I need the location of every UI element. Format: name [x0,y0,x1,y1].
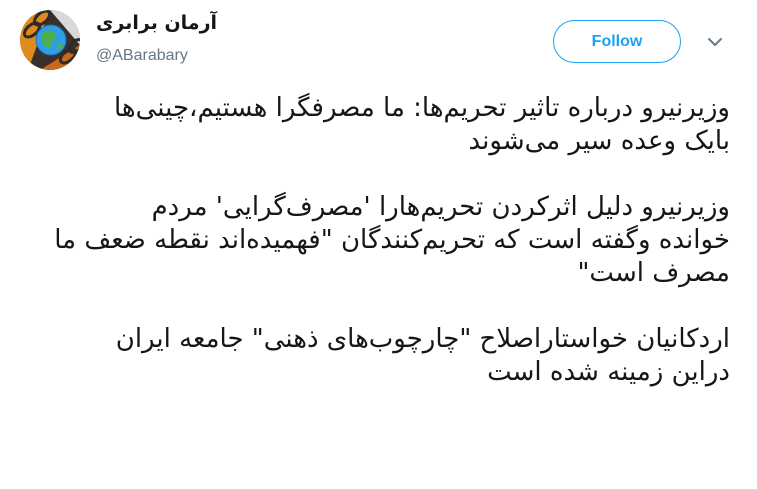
chevron-down-icon[interactable] [706,34,724,48]
tweet-text: وزیرنیرو درباره تاثیر تحریم‌ها: ما مصرفگ… [20,92,730,422]
tweet-paragraph: اردکانیان خواستاراصلاح "چارچوب‌های ذهنی"… [115,324,730,387]
follow-button[interactable]: Follow [553,20,681,63]
tweet-header: آرمان برابری @ABarabary Follow [0,0,757,80]
tweet-paragraph: وزیرنیرو درباره تاثیر تحریم‌ها: ما مصرفگ… [113,93,730,156]
tweet-card: آرمان برابری @ABarabary Follow وزیرنیرو … [0,0,757,489]
user-display-name[interactable]: آرمان برابری [96,12,226,34]
user-handle[interactable]: @ABarabary [96,47,188,65]
avatar[interactable] [20,10,80,70]
tweet-paragraph: وزیرنیرو دلیل اثرکردن تحریم‌هارا 'مصرف‌گ… [54,192,730,288]
avatar-image [20,10,80,70]
